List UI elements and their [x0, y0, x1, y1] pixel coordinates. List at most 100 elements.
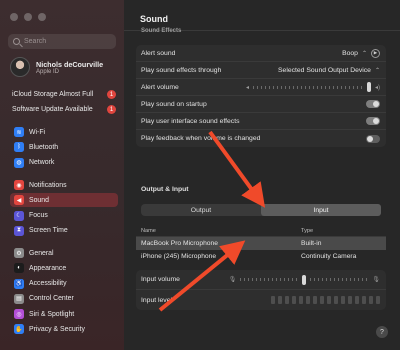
sidebar-item-notifications[interactable]: ◉ Notifications — [10, 178, 118, 192]
chevron-updown-icon: ⌃ — [361, 50, 367, 57]
input-volume-row: Input volume 🎙 🎙 — [136, 270, 386, 290]
tab-input[interactable]: Input — [261, 204, 381, 216]
column-header-name: Name — [141, 228, 156, 234]
account-subtitle: Apple ID — [36, 68, 60, 75]
sidebar-item-general[interactable]: ⚙ General — [10, 246, 118, 260]
sidebar-item-appearance[interactable]: ◐ Appearance — [10, 261, 118, 275]
slider-knob[interactable] — [302, 274, 307, 285]
system-settings-window: Search Nichols deCourville Apple ID iClo… — [0, 0, 400, 350]
alert-volume-label: Alert volume — [141, 83, 179, 91]
zoom-window-button[interactable] — [38, 13, 46, 21]
hourglass-icon: ⧗ — [14, 225, 24, 236]
gear-icon: ⚙ — [14, 248, 24, 258]
sidebar-item-label: Screen Time — [29, 227, 68, 235]
sidebar-item-label: Notifications — [29, 181, 67, 189]
close-window-button[interactable] — [10, 13, 18, 21]
sidebar-item-control-center[interactable]: ▤ Control Center — [10, 292, 118, 306]
slider-track — [252, 85, 363, 89]
sidebar-item-sound[interactable]: ◀ Sound — [10, 193, 118, 208]
level-segment — [362, 296, 366, 304]
sidebar-item-wi-fi[interactable]: ≋ Wi-Fi — [10, 125, 118, 139]
sidebar-item-label: Wi-Fi — [29, 128, 46, 136]
level-segment — [292, 296, 296, 304]
ui-sounds-toggle[interactable] — [366, 117, 380, 125]
slider-track-left — [240, 278, 299, 281]
input-volume-slider[interactable]: 🎙 🎙 — [228, 274, 380, 285]
sidebar-item-label: Network — [29, 159, 55, 167]
sidebar-item-label: Appearance — [29, 264, 67, 272]
globe-icon: ◍ — [14, 157, 24, 168]
device-name: MacBook Pro Microphone — [141, 240, 218, 247]
table-row[interactable]: iPhone (245) Microphone Continuity Camer… — [136, 250, 386, 263]
table-row[interactable]: MacBook Pro Microphone Built-in — [136, 237, 386, 250]
device-type: Continuity Camera — [301, 253, 357, 260]
level-segment — [285, 296, 289, 304]
sidebar-item-label: General — [29, 249, 54, 257]
sidebar-item-label: Sound — [29, 196, 49, 204]
device-type: Built-in — [301, 240, 322, 247]
input-level-label: Input level — [141, 296, 172, 304]
alert-sound-row: Alert sound Boop ⌃ ▶ — [136, 45, 386, 62]
wifi-icon: ≋ — [14, 127, 24, 137]
play-through-row: Play sound effects through Selected Soun… — [136, 62, 386, 79]
input-device-table: Name Type MacBook Pro Microphone Built-i… — [136, 226, 386, 263]
input-levels-panel: Input volume 🎙 🎙 Input level — [136, 270, 386, 310]
microphone-high-icon: 🎙 — [372, 277, 380, 283]
play-through-value: Selected Sound Output Device — [278, 66, 371, 74]
sidebar-item-label: Focus — [29, 212, 48, 220]
search-field[interactable]: Search — [8, 34, 116, 49]
play-through-popup[interactable]: Selected Sound Output Device ⌃ — [278, 67, 380, 74]
input-level-meter — [271, 296, 380, 304]
slider-track-right — [310, 278, 369, 281]
sidebar-item-label: Accessibility — [29, 280, 67, 288]
notification-badge: 1 — [107, 90, 116, 99]
chevron-updown-icon: ⌃ — [374, 67, 380, 74]
play-icon[interactable]: ▶ — [371, 48, 380, 58]
level-segment — [341, 296, 345, 304]
microphone-low-icon: 🎙 — [228, 277, 237, 283]
slider-knob[interactable] — [366, 82, 371, 92]
alert-sound-popup[interactable]: Boop ⌃ ▶ — [342, 48, 380, 58]
sidebar-item-screen-time[interactable]: ⧗ Screen Time — [10, 224, 118, 238]
input-volume-label: Input volume — [141, 276, 180, 283]
sidebar-item-privacy-security[interactable]: ✋ Privacy & Security — [10, 322, 118, 336]
alert-icloud-storage[interactable]: iCloud Storage Almost Full 1 — [12, 90, 116, 99]
search-icon — [13, 38, 20, 45]
level-segment — [271, 296, 275, 304]
speaker-icon: ◀ — [14, 195, 24, 206]
sidebar-item-accessibility[interactable]: ♿ Accessibility — [10, 277, 118, 291]
volume-feedback-toggle[interactable] — [366, 134, 380, 143]
volume-feedback-row: Play feedback when volume is changed — [136, 130, 386, 147]
moon-icon: ☾ — [14, 210, 24, 221]
ui-sounds-label: Play user interface sound effects — [141, 117, 240, 125]
startup-sound-toggle[interactable] — [366, 100, 380, 108]
sidebar-item-bluetooth[interactable]: ᛒ Bluetooth — [10, 140, 118, 154]
page-title: Sound — [140, 14, 168, 24]
startup-sound-label: Play sound on startup — [141, 100, 207, 108]
sound-pane: Sound Sound Effects Alert sound Boop ⌃ ▶… — [124, 0, 400, 350]
level-segment — [306, 296, 310, 304]
minimize-window-button[interactable] — [24, 13, 32, 21]
alert-volume-slider[interactable]: ◂ ◂) — [246, 82, 380, 92]
sidebar-item-network[interactable]: ◍ Network — [10, 156, 118, 170]
avatar — [10, 57, 30, 77]
startup-sound-row: Play sound on startup — [136, 96, 386, 113]
sidebar-group-notifications: ◉ Notifications ◀ Sound ☾ Focus ⧗ Screen Time — [10, 178, 118, 239]
search-placeholder: Search — [24, 38, 47, 45]
apple-id-account[interactable]: Nichols deCourville Apple ID — [10, 57, 103, 77]
sidebar-group-general: ⚙ General ◐ Appearance ♿ Accessibility ▤ Contro… — [10, 246, 118, 338]
sidebar-item-focus[interactable]: ☾ Focus — [10, 209, 118, 223]
sidebar-item-label: Siri & Spotlight — [29, 310, 75, 318]
tab-output[interactable]: Output — [141, 204, 261, 216]
speaker-high-icon: ◂) — [374, 84, 380, 91]
alert-sound-label: Alert sound — [141, 49, 176, 57]
sidebar-item-siri-spotlight[interactable]: ◎ Siri & Spotlight — [10, 307, 118, 321]
alert-software-update[interactable]: Software Update Available 1 — [12, 105, 116, 114]
sidebar-group-network: ≋ Wi-Fi ᛒ Bluetooth ◍ Network — [10, 125, 118, 171]
input-level-row: Input level — [136, 290, 386, 310]
level-segment — [278, 296, 282, 304]
play-through-label: Play sound effects through — [141, 66, 222, 74]
level-segment — [334, 296, 338, 304]
help-button[interactable]: ? — [376, 326, 388, 338]
sidebar-item-label: Bluetooth — [29, 143, 59, 151]
